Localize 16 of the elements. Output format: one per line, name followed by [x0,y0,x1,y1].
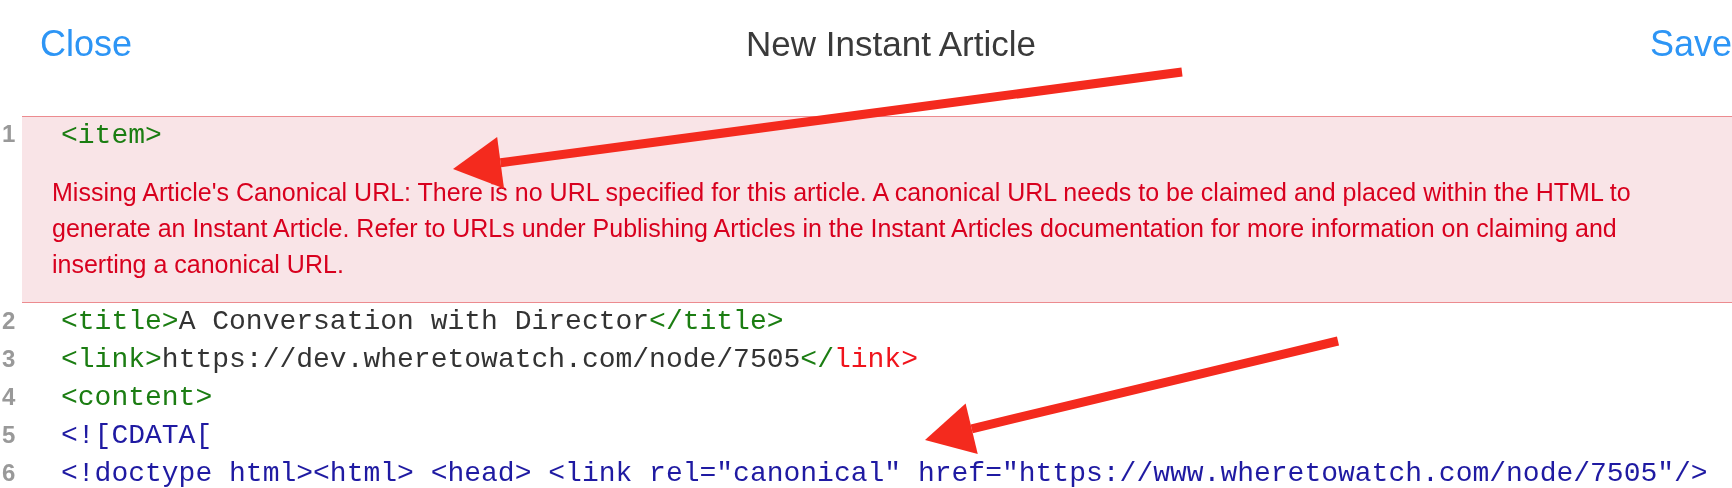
line-number: 2 [1,306,17,336]
code-line: <content> [60,381,214,415]
code-line: <![CDATA[ [60,419,214,453]
line-number: 6 [1,458,17,488]
error-message: Missing Article's Canonical URL: There is no URL specified for this article. A canonical URL needs to be claimed and placed within the HTML to generate an Instant Article. Refer to URLs under Publishing Articles in the Instant Articles documentation for more information on claiming and inserting a canonical URL. [51,177,1632,280]
code-line: <item> [60,119,163,153]
line-number: 5 [1,420,17,450]
window-title: New Instant Article [746,23,1036,65]
code-line: <!doctype html><html> <head> <link rel="canonical" href="https://www.wheretowatch.com/node/7505"/> [60,457,1709,488]
save-button[interactable]: Save [1649,22,1732,66]
close-button[interactable]: Close [40,22,133,66]
line-number: 3 [1,344,17,374]
code-line: <link>https://dev.wheretowatch.com/node/7505</link> [60,343,919,377]
line-number: 4 [1,382,17,412]
line-number: 1 [1,119,17,149]
code-line: <title>A Conversation with Director</title> [60,305,785,339]
